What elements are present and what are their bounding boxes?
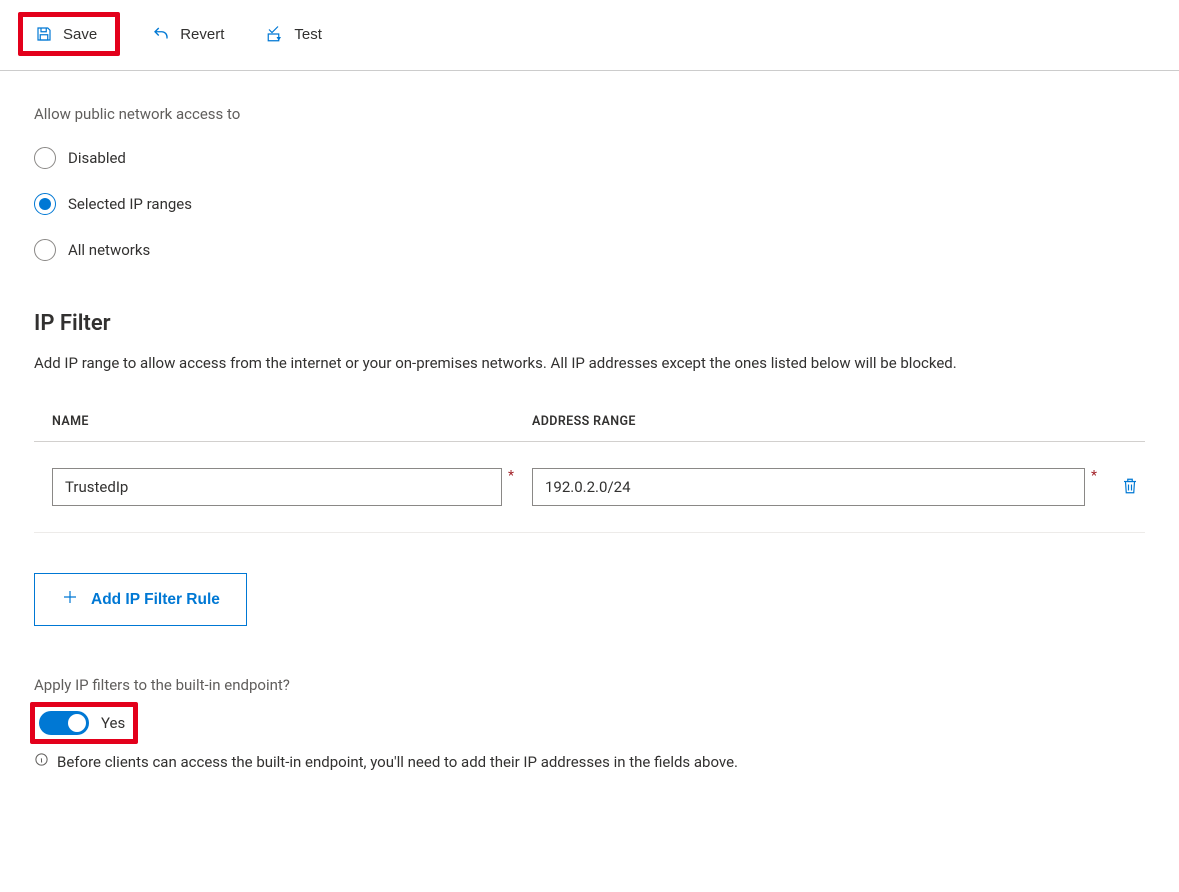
ip-filter-table: NAME ADDRESS RANGE * * — [34, 414, 1145, 533]
apply-builtin-toggle-row: Yes — [35, 707, 133, 739]
radio-disabled-label: Disabled — [68, 149, 126, 167]
address-cell: * — [532, 468, 1115, 506]
add-ip-filter-rule-button[interactable]: Add IP Filter Rule — [34, 573, 247, 626]
radio-icon — [34, 239, 56, 261]
radio-selected-ip[interactable]: Selected IP ranges — [34, 193, 1145, 215]
ip-filter-heading: IP Filter — [34, 311, 1145, 336]
save-icon — [35, 25, 53, 43]
radio-dot-icon — [39, 198, 51, 210]
radio-selected-ip-label: Selected IP ranges — [68, 195, 192, 213]
save-label: Save — [63, 26, 97, 43]
network-access-radio-group: Disabled Selected IP ranges All networks — [34, 147, 1145, 261]
content-area: Allow public network access to Disabled … — [0, 71, 1179, 771]
apply-builtin-toggle[interactable] — [39, 711, 89, 735]
apply-builtin-info-text: Before clients can access the built-in e… — [57, 753, 738, 771]
column-header-address-range: ADDRESS RANGE — [532, 414, 1145, 429]
apply-builtin-toggle-text: Yes — [101, 714, 125, 732]
apply-builtin-label: Apply IP filters to the built-in endpoin… — [34, 676, 1145, 694]
toggle-knob-icon — [68, 714, 86, 732]
revert-button[interactable]: Revert — [142, 19, 234, 49]
radio-icon — [34, 147, 56, 169]
ip-rule-name-input[interactable] — [52, 468, 502, 506]
ip-filter-table-header: NAME ADDRESS RANGE — [34, 414, 1145, 442]
toolbar: Save Revert Test — [0, 0, 1179, 71]
save-button[interactable]: Save — [25, 19, 107, 49]
plus-icon — [61, 588, 79, 611]
add-button-label: Add IP Filter Rule — [91, 591, 220, 609]
revert-icon — [152, 25, 170, 43]
revert-label: Revert — [180, 26, 224, 43]
required-indicator: * — [1091, 468, 1097, 484]
column-header-name: NAME — [52, 414, 532, 429]
apply-builtin-info: Before clients can access the built-in e… — [34, 752, 1145, 771]
apply-builtin-section: Apply IP filters to the built-in endpoin… — [34, 676, 1145, 771]
required-indicator: * — [508, 468, 514, 484]
ip-filter-description: Add IP range to allow access from the in… — [34, 354, 1145, 372]
radio-icon — [34, 193, 56, 215]
table-row: * * — [34, 442, 1145, 533]
test-icon — [266, 25, 284, 43]
test-button[interactable]: Test — [256, 19, 332, 49]
network-access-label: Allow public network access to — [34, 105, 1145, 123]
name-cell: * — [52, 468, 532, 506]
radio-all-networks-label: All networks — [68, 241, 150, 259]
radio-all-networks[interactable]: All networks — [34, 239, 1145, 261]
delete-rule-button[interactable] — [1115, 470, 1145, 505]
ip-rule-address-input[interactable] — [532, 468, 1085, 506]
test-label: Test — [294, 26, 322, 43]
save-highlight: Save — [18, 12, 120, 56]
trash-icon — [1121, 476, 1139, 499]
radio-disabled[interactable]: Disabled — [34, 147, 1145, 169]
info-icon — [34, 752, 49, 771]
toggle-highlight: Yes — [30, 702, 138, 744]
